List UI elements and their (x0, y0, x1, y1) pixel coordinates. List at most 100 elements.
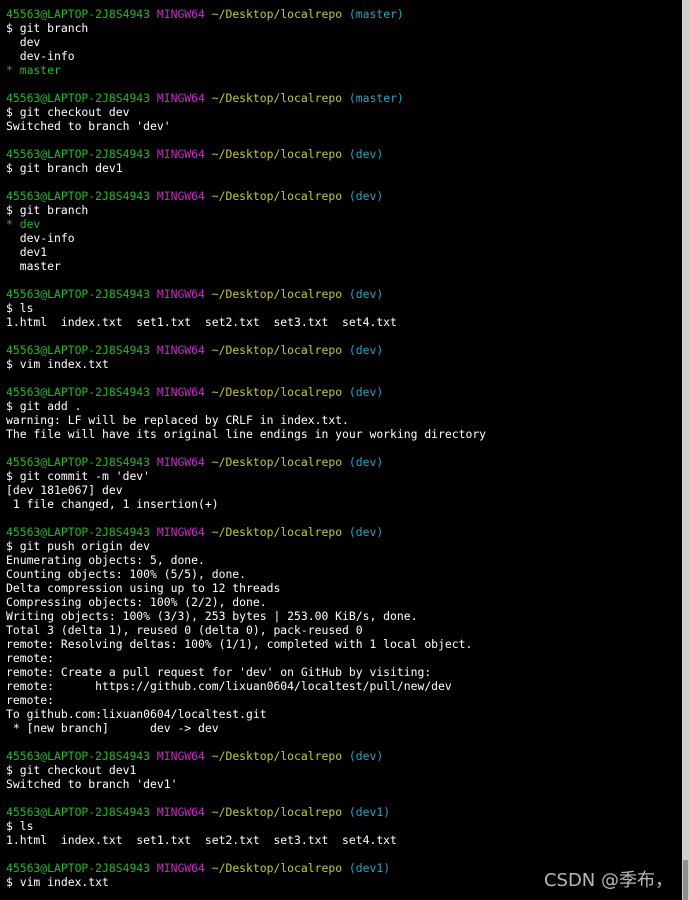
output-line: Counting objects: 100% (5/5), done. (6, 567, 682, 581)
command-text: $ vim index.txt (6, 875, 109, 889)
output-line: Writing objects: 100% (3/3), 253 bytes |… (6, 609, 682, 623)
prompt-shell: MINGW64 (156, 749, 205, 763)
prompt-line: 45563@LAPTOP-2J8S4943 MINGW64 ~/Desktop/… (6, 287, 682, 301)
current-branch-line: * dev (6, 217, 682, 231)
prompt-branch: (dev) (348, 525, 384, 539)
output-text: Switched to branch 'dev1' (6, 777, 178, 791)
prompt-branch: (dev) (348, 287, 384, 301)
output-text: remote: (6, 693, 55, 707)
output-line: remote: (6, 651, 682, 665)
command-text: $ git branch (6, 21, 89, 35)
output-line: remote: (6, 693, 682, 707)
output-line: remote: Create a pull request for 'dev' … (6, 665, 682, 679)
prompt-path: ~/Desktop/localrepo (211, 525, 343, 539)
command-line: $ git branch (6, 21, 682, 35)
prompt-shell: MINGW64 (156, 343, 205, 357)
output-text: remote: Resolving deltas: 100% (1/1), co… (6, 637, 473, 651)
output-line: dev-info (6, 231, 682, 245)
prompt-path: ~/Desktop/localrepo (211, 189, 343, 203)
output-text: dev-info (6, 49, 75, 63)
prompt-user-host: 45563@LAPTOP-2J8S4943 (6, 525, 151, 539)
command-text: $ ls (6, 301, 34, 315)
prompt-user-host: 45563@LAPTOP-2J8S4943 (6, 287, 151, 301)
output-line: remote: Resolving deltas: 100% (1/1), co… (6, 637, 682, 651)
output-text: Counting objects: 100% (5/5), done. (6, 567, 247, 581)
output-text: dev-info (6, 231, 75, 245)
prompt-shell: MINGW64 (156, 385, 205, 399)
prompt-user-host: 45563@LAPTOP-2J8S4943 (6, 7, 151, 21)
output-text: [dev 181e067] dev (6, 483, 123, 497)
command-text: $ vim index.txt (6, 357, 109, 371)
output-line: 1.html index.txt set1.txt set2.txt set3.… (6, 833, 682, 847)
prompt-shell: MINGW64 (156, 189, 205, 203)
prompt-shell: MINGW64 (156, 147, 205, 161)
prompt-branch: (dev) (348, 189, 384, 203)
output-line: remote: https://github.com/lixuan0604/lo… (6, 679, 682, 693)
output-line: The file will have its original line end… (6, 427, 682, 441)
prompt-shell: MINGW64 (156, 525, 205, 539)
prompt-path: ~/Desktop/localrepo (211, 749, 343, 763)
prompt-branch: (master) (348, 7, 404, 21)
current-branch-line: * master (6, 63, 682, 77)
prompt-line: 45563@LAPTOP-2J8S4943 MINGW64 ~/Desktop/… (6, 189, 682, 203)
command-line: $ git add . (6, 399, 682, 413)
command-line: $ git commit -m 'dev' (6, 469, 682, 483)
prompt-user-host: 45563@LAPTOP-2J8S4943 (6, 147, 151, 161)
vertical-scrollbar[interactable] (682, 0, 689, 900)
command-text: $ git branch dev1 (6, 161, 123, 175)
command-line: $ vim index.txt (6, 357, 682, 371)
current-branch-text: * master (6, 63, 61, 77)
prompt-branch: (dev1) (348, 805, 391, 819)
output-text: Switched to branch 'dev' (6, 119, 171, 133)
prompt-line: 45563@LAPTOP-2J8S4943 MINGW64 ~/Desktop/… (6, 147, 682, 161)
prompt-user-host: 45563@LAPTOP-2J8S4943 (6, 385, 151, 399)
output-text: Writing objects: 100% (3/3), 253 bytes |… (6, 609, 418, 623)
command-line: $ git push origin dev (6, 539, 682, 553)
command-text: $ git checkout dev (6, 105, 130, 119)
prompt-shell: MINGW64 (156, 455, 205, 469)
output-text: remote: (6, 651, 55, 665)
prompt-path: ~/Desktop/localrepo (211, 147, 343, 161)
output-text: dev1 (6, 245, 48, 259)
output-line: Switched to branch 'dev1' (6, 777, 682, 791)
prompt-shell: MINGW64 (156, 805, 205, 819)
prompt-branch: (dev) (348, 749, 384, 763)
output-text: remote: Create a pull request for 'dev' … (6, 665, 432, 679)
csdn-watermark: CSDN @季布， (543, 870, 673, 891)
prompt-branch: (master) (348, 91, 404, 105)
output-line: Enumerating objects: 5, done. (6, 553, 682, 567)
scrollbar-thumb[interactable] (683, 860, 688, 900)
command-text: $ git add . (6, 399, 82, 413)
prompt-line: 45563@LAPTOP-2J8S4943 MINGW64 ~/Desktop/… (6, 7, 682, 21)
output-text: master (6, 259, 61, 273)
prompt-user-host: 45563@LAPTOP-2J8S4943 (6, 343, 151, 357)
prompt-branch: (dev) (348, 385, 384, 399)
prompt-path: ~/Desktop/localrepo (211, 861, 343, 875)
output-line: dev1 (6, 245, 682, 259)
output-text: Total 3 (delta 1), reused 0 (delta 0), p… (6, 623, 363, 637)
output-line: To github.com:lixuan0604/localtest.git (6, 707, 682, 721)
output-text: 1 file changed, 1 insertion(+) (6, 497, 219, 511)
output-text: Enumerating objects: 5, done. (6, 553, 205, 567)
prompt-branch: (dev1) (348, 861, 391, 875)
command-line: $ git checkout dev1 (6, 763, 682, 777)
terminal-window[interactable]: 45563@LAPTOP-2J8S4943 MINGW64 ~/Desktop/… (0, 0, 682, 900)
output-line: Total 3 (delta 1), reused 0 (delta 0), p… (6, 623, 682, 637)
prompt-shell: MINGW64 (156, 287, 205, 301)
output-text: dev (6, 35, 41, 49)
command-line: $ git branch dev1 (6, 161, 682, 175)
output-line: 1.html index.txt set1.txt set2.txt set3.… (6, 315, 682, 329)
output-line: dev-info (6, 49, 682, 63)
prompt-branch: (dev) (348, 147, 384, 161)
command-line: $ ls (6, 819, 682, 833)
command-line: $ git checkout dev (6, 105, 682, 119)
